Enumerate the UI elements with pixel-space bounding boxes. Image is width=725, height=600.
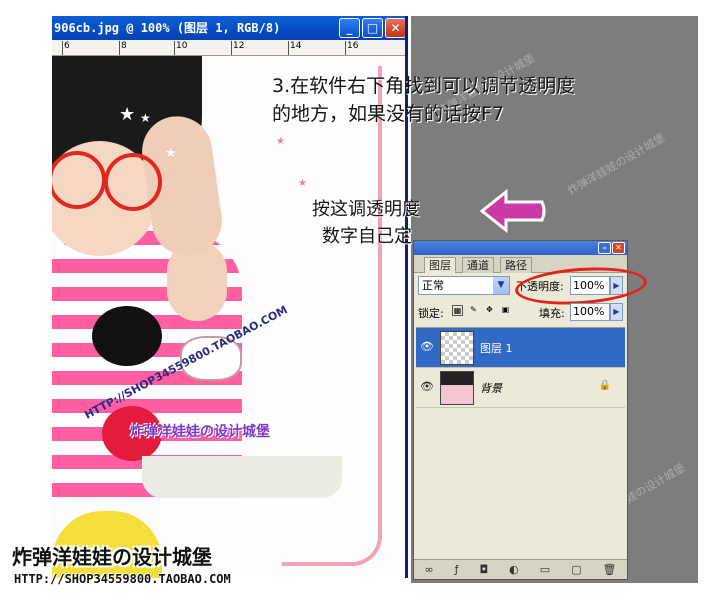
ruler-tick xyxy=(119,41,120,55)
lock-icon: 🔒 xyxy=(598,380,611,391)
ruler-label: 6 xyxy=(64,41,70,51)
move-icon[interactable]: ✥ xyxy=(484,305,495,316)
ruler-tick xyxy=(62,41,63,55)
lace-decoration xyxy=(142,456,342,498)
maximize-button[interactable]: □ xyxy=(362,18,383,38)
layer-row[interactable]: 👁 背景 🔒 xyxy=(416,368,625,408)
canvas-brand-text: 炸弹洋娃娃の设计城堡 xyxy=(130,424,270,440)
star-icon: ★ xyxy=(298,178,307,189)
layers-panel: – ✕ 图层 通道 路径 正常 ▼ 不透明度: 100% ▶ 锁定: ▦ ✎ ✥… xyxy=(413,240,649,580)
ruler-label: 12 xyxy=(233,41,245,51)
window-controls: _ □ ✕ xyxy=(339,18,405,38)
lock-transparency-icon[interactable]: ▦ xyxy=(452,305,463,316)
ruler-label: 16 xyxy=(347,41,359,51)
panel-minimize-button[interactable]: – xyxy=(598,242,611,254)
fill-input[interactable]: 100% xyxy=(570,303,610,321)
fill-label: 填充: xyxy=(539,307,565,320)
eye-icon[interactable]: 👁 xyxy=(420,380,436,394)
ruler-tick xyxy=(174,41,175,55)
ruler-tick xyxy=(288,41,289,55)
folder-icon[interactable]: ▭ xyxy=(540,563,550,576)
new-layer-icon[interactable]: ▢ xyxy=(571,563,581,576)
lock-icon[interactable]: ▣ xyxy=(500,305,511,316)
ruler-label: 10 xyxy=(176,41,188,51)
eye-icon[interactable]: 👁 xyxy=(420,340,436,354)
opacity-note-line-2: 数字自己定 xyxy=(322,226,412,247)
layer-name: 背景 xyxy=(480,382,502,395)
layer-list: 👁 图层 1 👁 背景 🔒 xyxy=(416,327,625,559)
lock-label: 锁定: xyxy=(418,307,444,320)
layer-thumbnail xyxy=(440,331,474,365)
trash-icon[interactable]: 🗑 xyxy=(602,563,616,576)
adjustment-icon[interactable]: ◐ xyxy=(509,563,519,576)
left-arrow-icon xyxy=(479,188,546,234)
chevron-down-icon[interactable]: ▼ xyxy=(493,277,509,294)
blend-mode-select[interactable]: 正常 ▼ xyxy=(418,276,510,295)
layer-row[interactable]: 👁 图层 1 xyxy=(416,328,625,368)
brand-title: 炸弹洋娃娃の设计城堡 xyxy=(12,545,212,569)
layer-style-icon[interactable]: ƒ xyxy=(455,563,459,576)
star-icon: ★ xyxy=(276,136,285,147)
opacity-note: 按这调透明度 数字自己定 xyxy=(312,196,420,250)
panel-close-button[interactable]: ✕ xyxy=(612,242,625,254)
blend-mode-value: 正常 xyxy=(422,279,444,292)
instruction-line-1: 3.在软件右下角找到可以调节透明度 xyxy=(272,75,576,97)
doll-illustration xyxy=(92,306,162,366)
star-icon: ★ xyxy=(165,146,177,161)
fill-slider-arrow-icon[interactable]: ▶ xyxy=(610,303,623,321)
instruction-line-2: 的地方，如果没有的话按F7 xyxy=(272,103,505,125)
tab-channels[interactable]: 通道 xyxy=(462,257,494,273)
watermark: 炸弹洋娃娃の设计城堡 xyxy=(565,131,668,198)
brush-icon[interactable]: ✎ xyxy=(468,305,479,316)
blend-opacity-row: 正常 ▼ 不透明度: 100% ▶ xyxy=(418,263,649,309)
star-icon: ★ xyxy=(140,111,151,125)
brand-url: HTTP://SHOP34559800.TAOBAO.COM xyxy=(14,572,231,586)
ruler-label: 8 xyxy=(121,41,127,51)
minimize-button[interactable]: _ xyxy=(339,18,360,38)
instruction-note: 3.在软件右下角找到可以调节透明度 的地方，如果没有的话按F7 xyxy=(272,72,672,128)
opacity-note-line-1: 按这调透明度 xyxy=(312,199,420,220)
glasses-right xyxy=(104,153,162,211)
lock-fill-row: 锁定: ▦ ✎ ✥ ▣ 填充: 100% ▶ xyxy=(418,302,623,322)
document-title-bar[interactable]: 906cb.jpg @ 100% (图层 1, RGB/8) _ □ ✕ xyxy=(52,16,405,40)
star-icon: ★ xyxy=(119,104,136,125)
image-canvas[interactable]: ★ ★ ★ ★ ★ ★ ★ HTTP://SHOP34559800.TAOBAO… xyxy=(52,56,405,578)
ruler-tick xyxy=(231,41,232,55)
panel-footer: ∞ ƒ ◘ ◐ ▭ ▢ 🗑 xyxy=(414,559,627,579)
ruler-tick xyxy=(345,41,346,55)
link-icon[interactable]: ∞ xyxy=(424,563,433,576)
layer-thumbnail xyxy=(440,371,474,405)
close-button[interactable]: ✕ xyxy=(385,18,405,38)
horizontal-ruler: 6 8 10 12 14 16 xyxy=(52,40,405,56)
document-title: 906cb.jpg @ 100% (图层 1, RGB/8) xyxy=(54,21,281,35)
mask-icon[interactable]: ◘ xyxy=(479,563,488,576)
tab-layers[interactable]: 图层 xyxy=(424,257,456,273)
ruler-label: 14 xyxy=(290,41,302,51)
panel-title-bar[interactable]: – ✕ xyxy=(414,241,627,255)
tab-paths[interactable]: 路径 xyxy=(500,257,532,273)
layer-name: 图层 1 xyxy=(480,342,513,355)
